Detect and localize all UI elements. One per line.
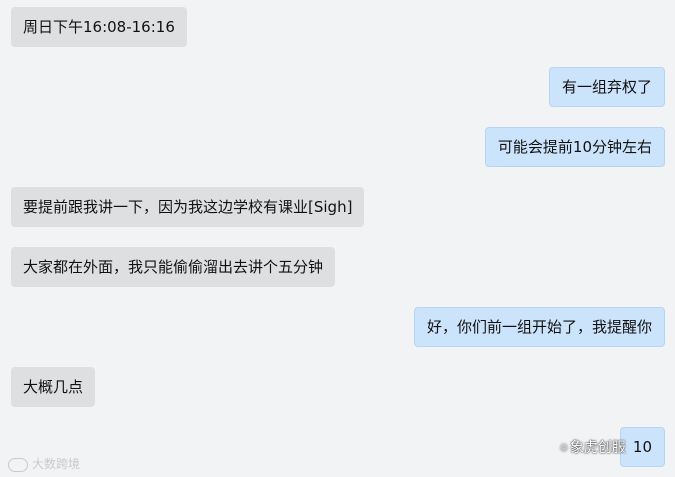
watermark-text: 象虎创服 [569, 440, 626, 456]
message-incoming: 大家都在外面，我只能偷偷溜出去讲个五分钟 [11, 247, 336, 287]
message-outgoing: 可能会提前10分钟左右 [484, 127, 665, 167]
wechat-icon: ⌾ [560, 441, 568, 456]
watermark-bottom-left: 大数跨境 [8, 455, 80, 472]
watermark-bottom-right: ⌾ 象虎创服 [560, 438, 626, 458]
watermark-text: 大数跨境 [32, 457, 81, 471]
message-incoming: 周日下午16:08-16:16 [11, 7, 187, 47]
message-outgoing: 10 [619, 427, 665, 467]
message-outgoing: 有一组弃权了 [548, 67, 665, 107]
message-incoming: 要提前跟我讲一下，因为我这边学校有课业[Sigh] [11, 187, 365, 227]
message-incoming: 大概几点 [11, 367, 96, 407]
message-outgoing: 好，你们前一组开始了，我提醒你 [413, 307, 665, 347]
brand-logo-icon [8, 457, 28, 472]
